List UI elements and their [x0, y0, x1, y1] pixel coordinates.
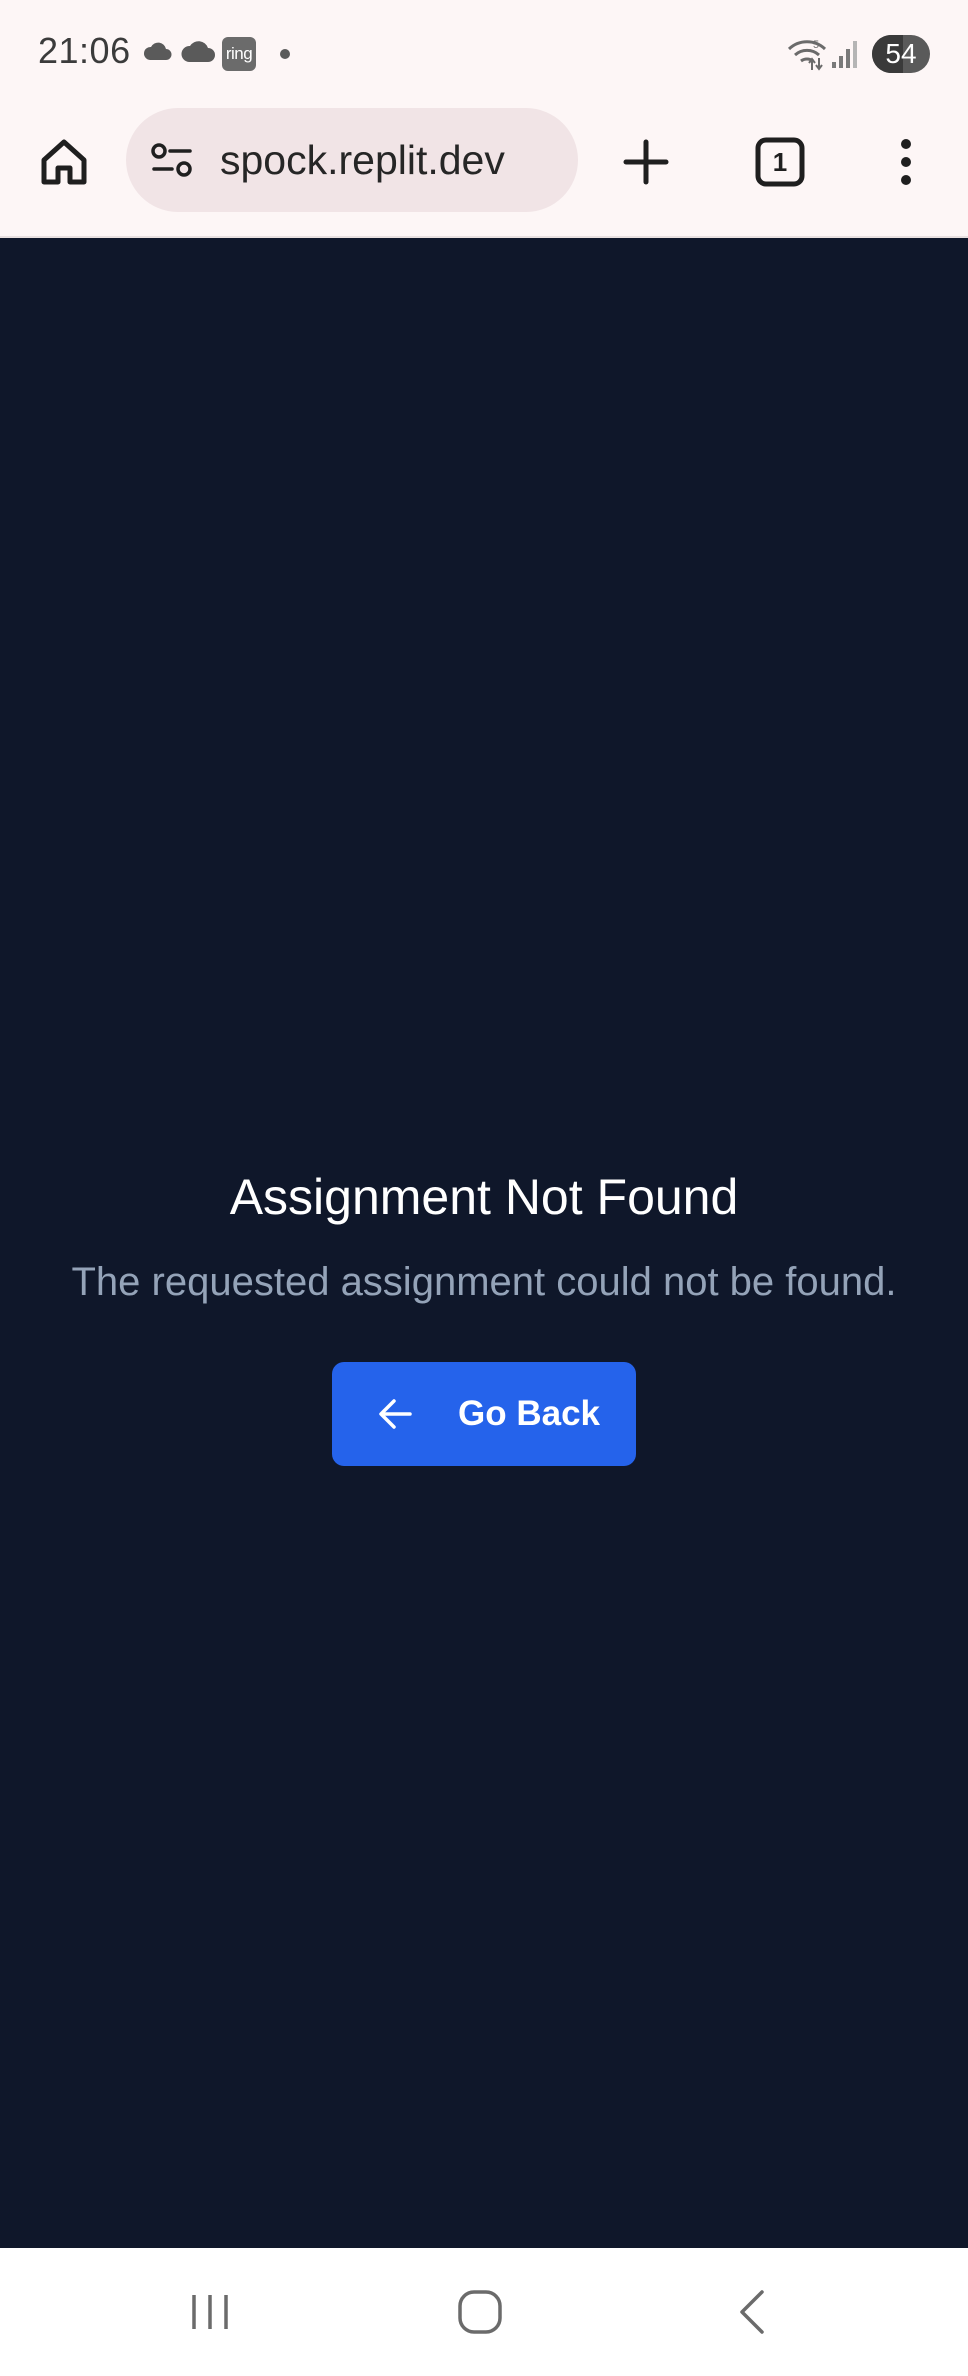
system-nav-bar [0, 2248, 968, 2376]
phone-screen: 21:06 ring 5 54 spock.replit.dev 1 Assig… [0, 0, 968, 2376]
go-back-button[interactable]: Go Back [332, 1362, 636, 1466]
status-bar: 21:06 ring 5 54 [0, 0, 968, 106]
cloud-icon [181, 41, 215, 62]
wifi-icon: 5 [787, 39, 827, 71]
status-time: 21:06 [38, 30, 131, 71]
more-menu-button[interactable] [870, 126, 942, 198]
signal-icon [832, 41, 857, 68]
go-back-label: Go Back [458, 1394, 600, 1433]
battery-icon: 54 [872, 35, 930, 73]
cloud-icon [143, 42, 172, 60]
arrow-left-icon [379, 1399, 412, 1429]
recent-apps-icon [192, 2295, 228, 2329]
more-menu-icon [901, 139, 911, 185]
dot-icon [280, 49, 290, 59]
back-nav-button[interactable] [702, 2248, 802, 2376]
tab-count: 1 [772, 146, 788, 177]
home-icon [41, 139, 87, 185]
url-text[interactable]: spock.replit.dev [220, 108, 505, 212]
new-tab-icon [623, 139, 669, 185]
back-nav-icon [740, 2290, 764, 2334]
ring-app-icon: ring [222, 37, 256, 71]
new-tab-button[interactable] [610, 126, 682, 198]
home-nav-icon [458, 2290, 502, 2334]
address-bar[interactable]: spock.replit.dev [126, 108, 578, 212]
url-fade [214, 138, 222, 182]
page-content: Assignment Not Found The requested assig… [0, 238, 968, 2248]
page-title: Assignment Not Found [229, 1169, 739, 1225]
error-message: The requested assignment could not be fo… [71, 1260, 897, 1304]
site-settings-icon [151, 143, 192, 177]
recent-apps-button[interactable] [160, 2248, 260, 2376]
browser-toolbar: spock.replit.dev 1 [0, 106, 968, 238]
home-button[interactable] [28, 126, 100, 198]
tab-switcher-button[interactable]: 1 [744, 126, 816, 198]
svg-text:5: 5 [813, 39, 819, 51]
site-settings-button[interactable] [140, 128, 204, 192]
home-nav-button[interactable] [430, 2248, 530, 2376]
battery-level: 54 [885, 38, 917, 69]
